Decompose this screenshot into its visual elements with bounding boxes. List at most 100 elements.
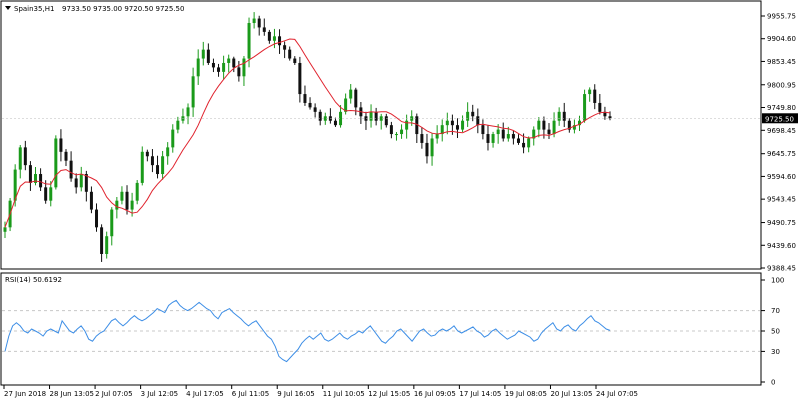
candle-body bbox=[425, 142, 429, 157]
price-tick-label: 9645.75 bbox=[767, 150, 796, 158]
candle-body bbox=[125, 191, 129, 210]
candle-body bbox=[420, 134, 424, 143]
candle-body bbox=[293, 58, 297, 63]
candle-body bbox=[3, 227, 7, 232]
price-tick-label: 9749.80 bbox=[767, 104, 796, 112]
candle-body bbox=[506, 134, 510, 139]
candle-body bbox=[547, 129, 551, 135]
candle-body bbox=[562, 111, 566, 121]
candle-body bbox=[278, 36, 282, 46]
candle-body bbox=[232, 58, 236, 68]
candle-body bbox=[140, 151, 144, 183]
candle-body bbox=[511, 134, 515, 139]
time-tick-label: 12 Jul 15:05 bbox=[368, 390, 410, 398]
moving-average-layer bbox=[4, 38, 611, 228]
candle-body bbox=[527, 138, 531, 148]
candle-body bbox=[400, 129, 404, 135]
candle-body bbox=[242, 58, 246, 77]
time-tick-label: 27 Jun 2018 bbox=[4, 390, 46, 398]
candle-body bbox=[222, 62, 226, 72]
time-tick-label: 17 Jul 14:05 bbox=[459, 390, 501, 398]
rsi-tick-label: 0 bbox=[771, 379, 775, 387]
candle-body bbox=[354, 89, 358, 108]
candle-body bbox=[49, 187, 53, 201]
chart-window: Spain35,H1 9733.50 9735.00 9720.50 9725.… bbox=[0, 0, 800, 400]
time-tick-label: 16 Jul 09:05 bbox=[414, 390, 456, 398]
candle-body bbox=[176, 120, 180, 130]
candle-body bbox=[552, 120, 556, 135]
candle-body bbox=[288, 49, 292, 59]
candle-body bbox=[430, 138, 434, 157]
candle-body bbox=[217, 67, 221, 72]
candle-body bbox=[171, 129, 175, 148]
candle-body bbox=[557, 111, 561, 121]
candle-body bbox=[267, 31, 271, 41]
candle-body bbox=[201, 49, 205, 59]
price-tick-label: 9439.60 bbox=[767, 242, 796, 250]
candle-body bbox=[135, 182, 139, 201]
rsi-axis: 100 70 50 30 0 bbox=[761, 277, 784, 387]
candle-body bbox=[130, 200, 134, 210]
time-tick-label: 2 Jul 07:05 bbox=[95, 390, 133, 398]
candle-body bbox=[64, 151, 68, 161]
candlestick-series bbox=[3, 12, 612, 262]
rsi-tick-label: 70 bbox=[771, 307, 780, 315]
dropdown-triangle-icon[interactable] bbox=[5, 6, 11, 10]
candle-body bbox=[588, 89, 592, 95]
candle-body bbox=[461, 120, 465, 130]
candle-body bbox=[145, 151, 149, 157]
time-tick-label: 3 Jul 12:05 bbox=[141, 390, 179, 398]
candle-body bbox=[79, 174, 83, 188]
candle-body bbox=[54, 138, 58, 188]
candle-body bbox=[318, 111, 322, 121]
candle-body bbox=[384, 116, 388, 126]
time-axis: 27 Jun 2018 28 Jun 13:05 2 Jul 07:05 3 Jul … bbox=[3, 385, 638, 398]
moving-average-line bbox=[4, 38, 611, 228]
candle-body bbox=[28, 165, 32, 183]
candle-body bbox=[491, 134, 495, 143]
chart-header: Spain35,H1 9733.50 9735.00 9720.50 9725.… bbox=[5, 5, 184, 13]
candle-body bbox=[69, 160, 73, 179]
candle-body bbox=[252, 18, 256, 23]
candle-body bbox=[476, 116, 480, 126]
rsi-tick-label: 50 bbox=[771, 328, 780, 336]
candle-body bbox=[374, 111, 378, 121]
candle-body bbox=[516, 138, 520, 143]
candle-body bbox=[95, 209, 99, 228]
candle-body bbox=[435, 134, 439, 139]
candle-body bbox=[156, 165, 160, 175]
last-price-tag: 9725.50 bbox=[2, 113, 798, 124]
candle-body bbox=[247, 22, 251, 59]
candle-body bbox=[206, 49, 210, 63]
price-tick-label: 9594.60 bbox=[767, 173, 796, 181]
time-tick-label: 28 Jun 13:05 bbox=[50, 390, 94, 398]
candle-body bbox=[496, 129, 500, 135]
candle-body bbox=[308, 102, 312, 108]
candle-body bbox=[120, 191, 124, 201]
rsi-label: RSI(14) 50.6192 bbox=[5, 276, 62, 284]
candle-body bbox=[59, 138, 63, 152]
candle-body bbox=[369, 111, 373, 121]
price-axis: 9955.75 9904.60 9853.45 9800.95 9749.80 9698.… bbox=[761, 13, 796, 273]
price-tick-label: 9955.75 bbox=[767, 13, 796, 21]
rsi-line bbox=[4, 299, 611, 363]
rsi-tick-label: 100 bbox=[771, 277, 784, 285]
price-tick-label: 9388.45 bbox=[767, 265, 796, 273]
time-tick-label: 20 Jul 13:05 bbox=[550, 390, 592, 398]
candle-body bbox=[298, 62, 302, 95]
candle-body bbox=[110, 209, 114, 237]
price-tick-label: 9853.45 bbox=[767, 58, 796, 66]
price-tick-label: 9904.60 bbox=[767, 35, 796, 43]
candle-body bbox=[450, 120, 454, 126]
main-chart-frame bbox=[0, 0, 762, 270]
price-tick-label: 9543.45 bbox=[767, 196, 796, 204]
candle-body bbox=[501, 129, 505, 139]
price-tick-label: 9800.95 bbox=[767, 81, 796, 89]
candle-body bbox=[593, 89, 597, 103]
rsi-panel-frame bbox=[0, 272, 762, 386]
candle-body bbox=[262, 27, 266, 32]
candle-body bbox=[89, 191, 93, 210]
price-tick-label: 9698.45 bbox=[767, 127, 796, 135]
rsi-levels bbox=[2, 310, 760, 352]
candle-body bbox=[481, 125, 485, 135]
